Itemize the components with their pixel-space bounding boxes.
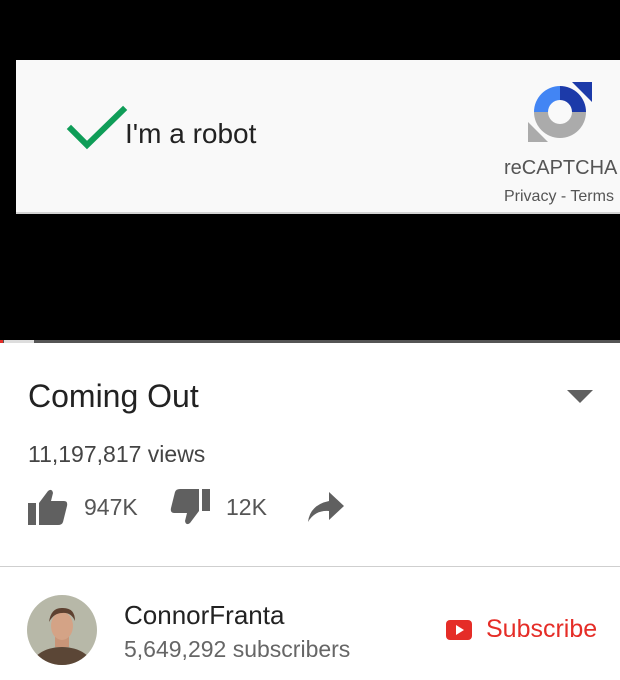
video-player[interactable]: I'm a robot reCAPTCHA Privacy - Terms: [0, 0, 620, 342]
channel-name[interactable]: ConnorFranta: [124, 600, 284, 631]
recaptcha-widget: I'm a robot reCAPTCHA Privacy - Terms: [16, 60, 620, 214]
terms-link[interactable]: Terms: [570, 188, 614, 205]
view-count: 11,197,817 views: [28, 441, 206, 467]
recaptcha-links: Privacy - Terms: [504, 188, 614, 206]
subscribe-label: Subscribe: [486, 615, 598, 643]
subscriber-count: 5,649,292 subscribers: [124, 636, 351, 662]
buffered-indicator: [4, 340, 34, 343]
progress-bar[interactable]: [0, 340, 620, 343]
video-title: Coming Out: [28, 378, 199, 414]
privacy-link[interactable]: Privacy: [504, 188, 556, 205]
thumbs-up-icon[interactable]: [28, 489, 68, 525]
chevron-down-icon[interactable]: [567, 390, 593, 404]
avatar[interactable]: [27, 595, 97, 665]
check-icon[interactable]: [66, 104, 128, 154]
recaptcha-logo-icon: [528, 82, 592, 142]
links-separator: -: [556, 188, 571, 205]
played-indicator: [0, 340, 4, 343]
thumbs-down-icon[interactable]: [170, 489, 210, 525]
captcha-label: I'm a robot: [125, 118, 257, 149]
share-icon[interactable]: [307, 491, 345, 523]
youtube-play-icon: [446, 619, 472, 640]
divider: [0, 566, 620, 567]
like-count: 947K: [84, 494, 138, 520]
subscribe-button[interactable]: Subscribe: [446, 615, 597, 644]
recaptcha-brand: reCAPTCHA: [504, 157, 618, 179]
dislike-count: 12K: [226, 494, 267, 520]
